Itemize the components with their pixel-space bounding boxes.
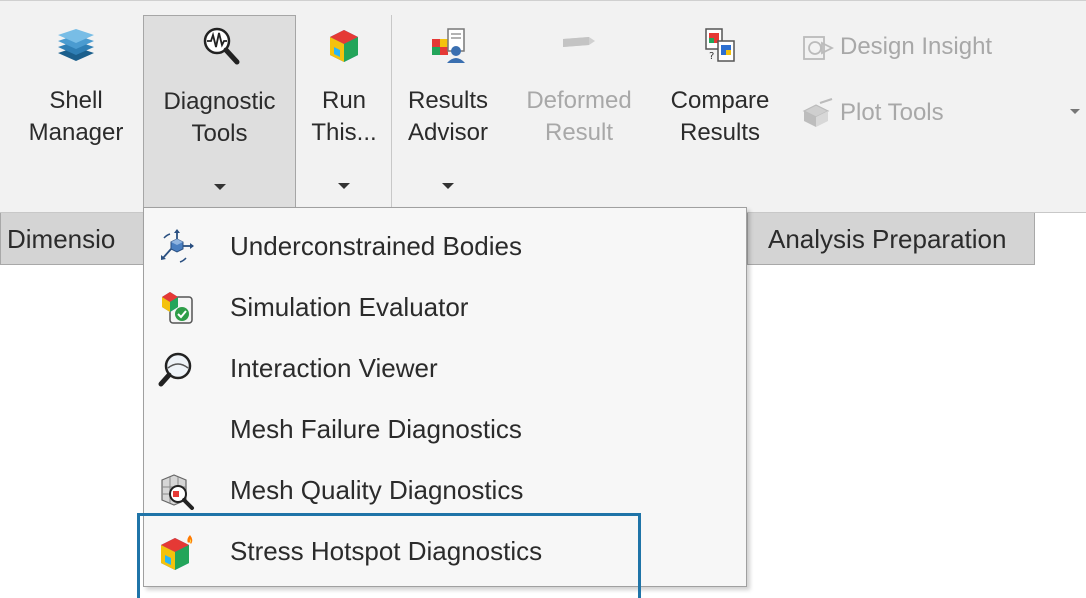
command-manager-ribbon: Shell Manager Diagnostic Tools Run This.… [0,0,1086,213]
axes-cube-icon [161,229,194,263]
ribbon-separator [391,15,392,211]
menu-item-simulation-evaluator[interactable]: Simulation Evaluator [144,277,746,338]
results-advisor-label-line2: Advisor [407,119,489,146]
chevron-down-icon [213,184,226,190]
design-insight-label: Design Insight [840,33,993,60]
results-advisor-label-line1: Results [407,87,489,114]
tab-dimensions[interactable]: Dimensio [0,213,150,265]
shell-manager-label-line1: Shell [49,87,103,114]
design-insight-icon [803,35,834,60]
advisor-person-icon [432,28,465,63]
menu-item-label: Interaction Viewer [230,353,438,383]
compare-results-label-line2: Results [679,119,761,146]
tab-analysis-preparation[interactable]: Analysis Preparation [747,213,1035,265]
menu-item-label: Mesh Failure Diagnostics [230,414,522,444]
plot-tools-icon [802,97,833,127]
magnifier-waveform-icon [203,27,239,65]
highlight-annotation-box [137,513,641,598]
chevron-down-icon [442,183,454,189]
evaluator-check-icon [162,292,193,324]
tab-analysis-preparation-label: Analysis Preparation [768,224,1007,254]
run-this-button[interactable]: Run This... [300,15,388,211]
menu-item-interaction-viewer[interactable]: Interaction Viewer [144,338,746,399]
menu-item-underconstrained-bodies[interactable]: Underconstrained Bodies [144,216,746,277]
chevron-down-icon[interactable] [1070,109,1080,114]
shell-manager-button[interactable]: Shell Manager [12,15,140,211]
compare-results-button[interactable]: ? Compare Results [656,15,784,211]
colored-part-icon [330,30,358,62]
menu-item-label: Simulation Evaluator [230,292,469,322]
tab-dimensions-label: Dimensio [7,224,116,254]
menu-item-mesh-quality-diagnostics[interactable]: Mesh Quality Diagnostics [144,460,746,521]
deformed-result-label-line2: Result [544,119,614,146]
deformed-shape-icon [563,37,595,47]
deformed-result-label-line1: Deformed [526,87,632,114]
results-advisor-button[interactable]: Results Advisor [396,15,500,211]
diagnostic-tools-button[interactable]: Diagnostic Tools [143,15,296,211]
chevron-down-icon [338,183,350,189]
plot-tools-button[interactable]: Plot Tools [800,93,944,133]
diagnostic-tools-label-line2: Tools [191,120,248,147]
run-this-label-line2: This... [311,119,377,146]
compare-windows-icon: ? [705,28,735,62]
compare-results-label-line1: Compare [670,87,770,114]
deformed-result-button[interactable]: Deformed Result [508,15,650,211]
plot-tools-label: Plot Tools [840,99,944,126]
menu-item-label: Underconstrained Bodies [230,231,522,261]
magnifier-lens-icon [158,352,192,387]
mesh-magnifier-icon [161,474,194,510]
menu-item-mesh-failure-diagnostics[interactable]: Mesh Failure Diagnostics [144,399,746,460]
stacked-layers-icon [58,29,94,61]
menu-item-label: Mesh Quality Diagnostics [230,475,524,505]
run-this-label-line1: Run [321,87,367,114]
svg-text:?: ? [709,51,714,62]
design-insight-button[interactable]: Design Insight [800,27,992,67]
shell-manager-label-line2: Manager [28,119,124,146]
diagnostic-tools-label-line1: Diagnostic [163,88,276,115]
